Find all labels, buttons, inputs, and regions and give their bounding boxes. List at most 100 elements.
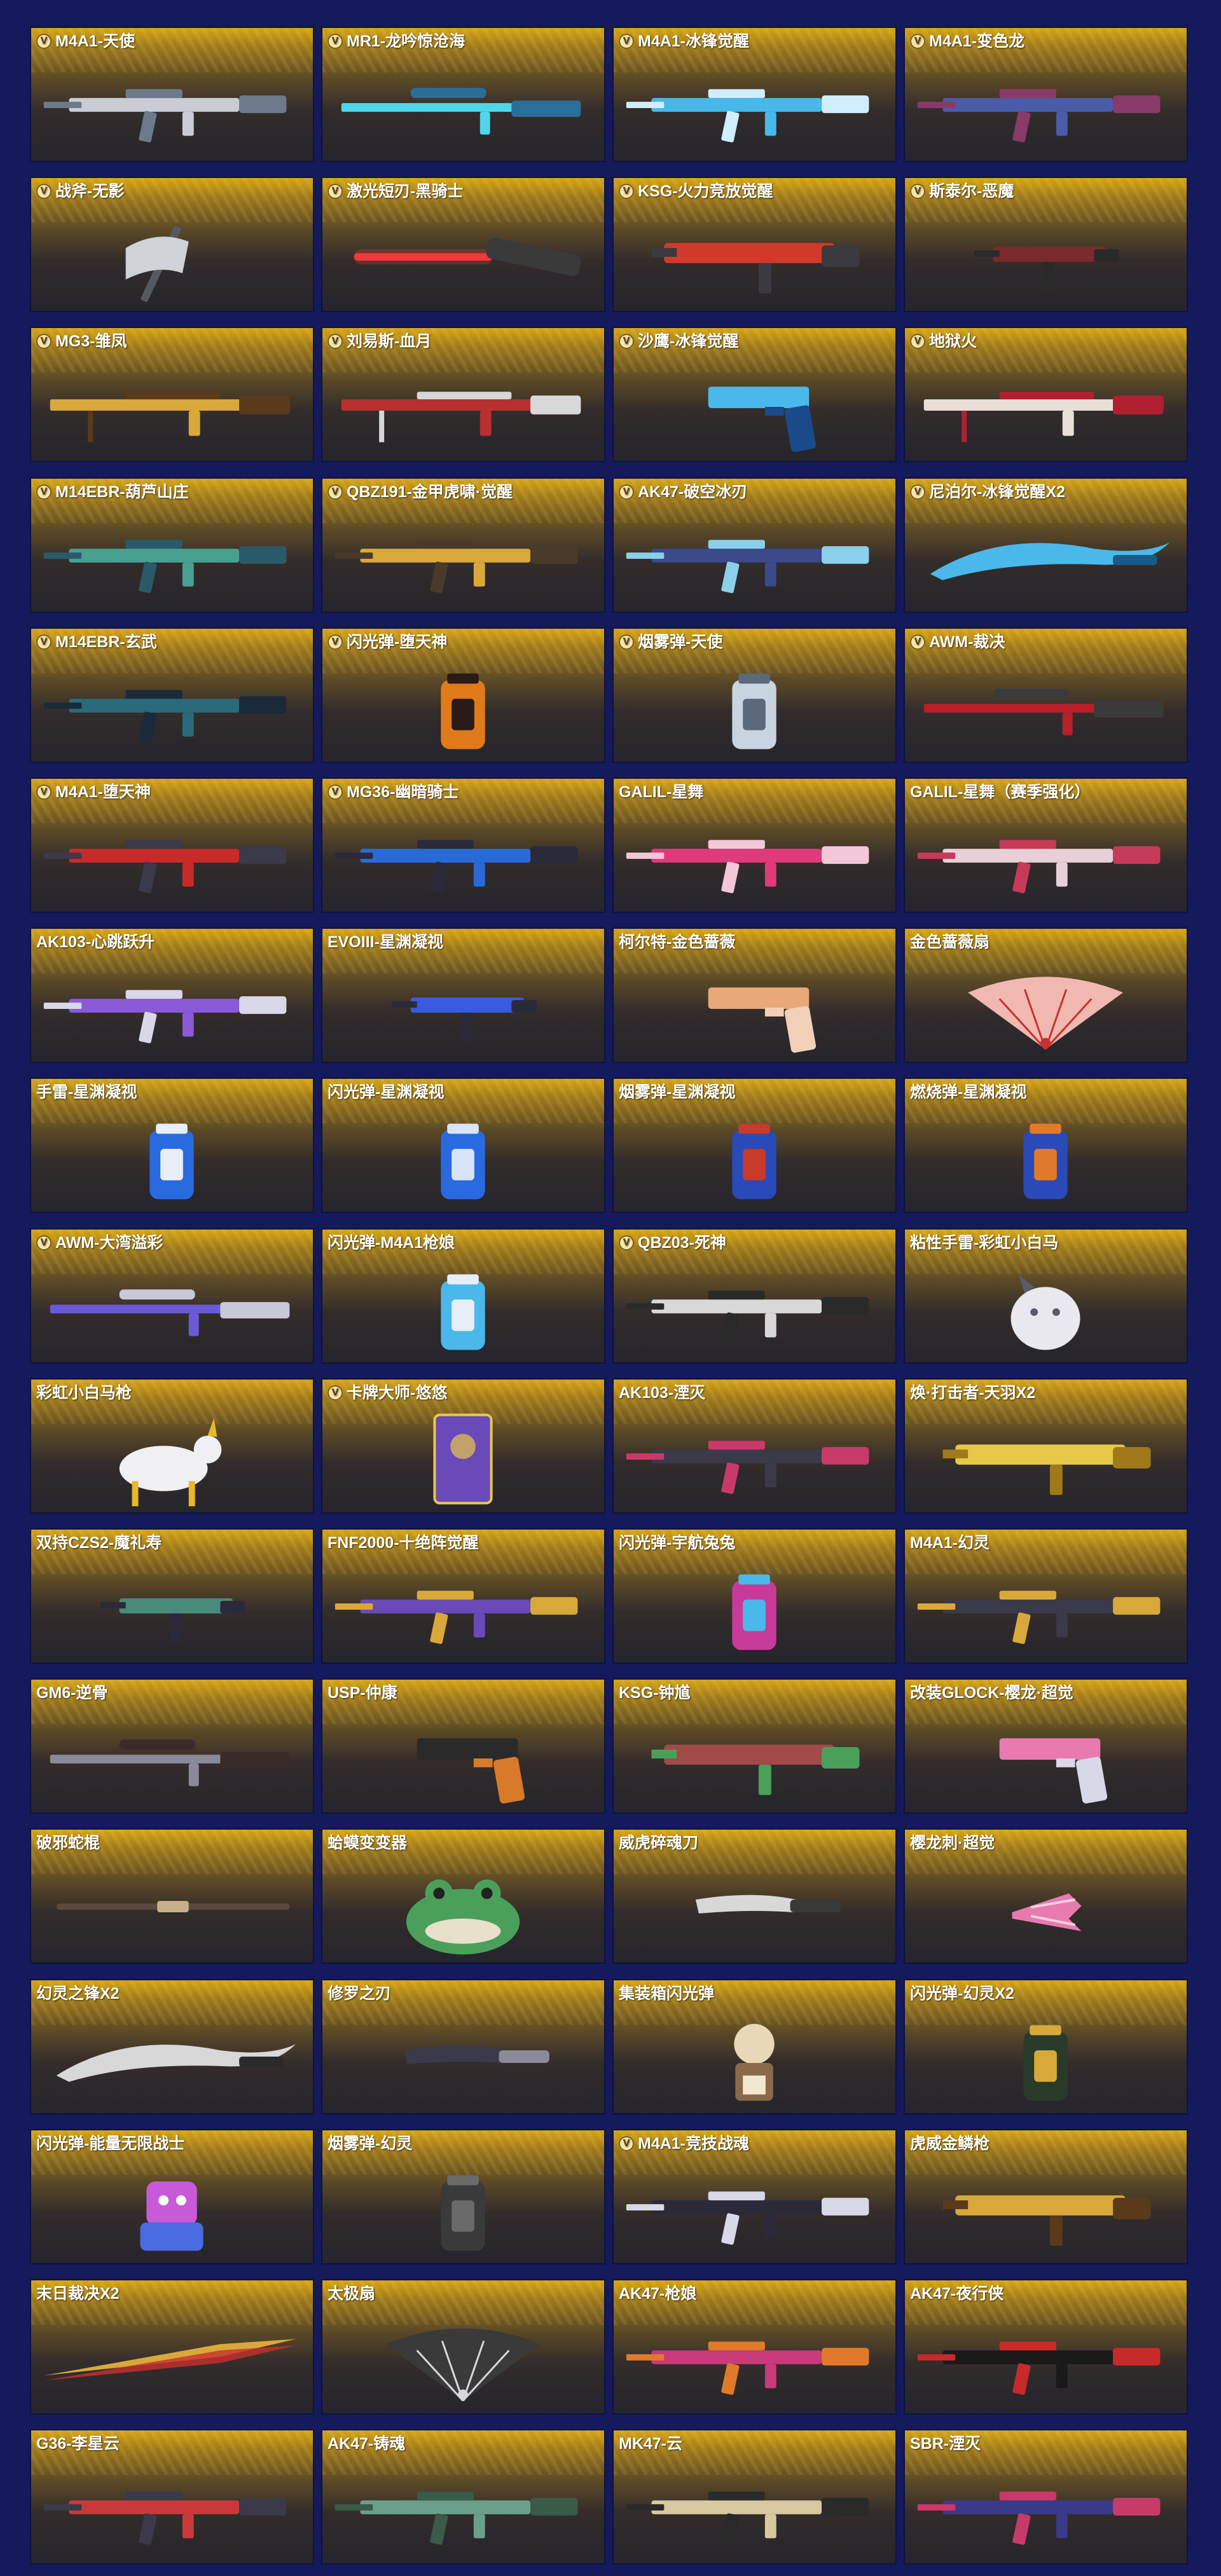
v-badge-icon: V bbox=[328, 784, 343, 800]
item-card[interactable]: V KSG-火力竞放觉醒 bbox=[612, 177, 897, 312]
item-card[interactable]: 烟雾弹-星渊凝视 bbox=[612, 1078, 897, 1213]
item-card[interactable]: V M4A1-变色龙 bbox=[904, 27, 1188, 162]
mg-icon bbox=[50, 392, 290, 442]
item-image bbox=[905, 353, 1187, 461]
item-card[interactable]: V 卡牌大师-悠悠 bbox=[321, 1378, 605, 1514]
item-card[interactable]: 太极扇 bbox=[321, 2279, 605, 2415]
item-card[interactable]: 集装箱闪光弹 bbox=[612, 1979, 897, 2114]
item-card[interactable]: 末日裁决X2 bbox=[30, 2279, 314, 2415]
item-card[interactable]: V MR1-龙吟惊沧海 bbox=[321, 27, 605, 162]
item-card[interactable]: 樱龙刺·超觉 bbox=[904, 1828, 1188, 1964]
item-card[interactable]: V 闪光弹-堕天神 bbox=[321, 627, 605, 763]
item-card[interactable]: V MG36-幽暗骑士 bbox=[321, 778, 605, 913]
item-card[interactable]: V 地狱火 bbox=[904, 327, 1188, 462]
item-image bbox=[31, 954, 313, 1062]
item-card[interactable]: 双持CZS2-魔礼寿 bbox=[30, 1528, 314, 1664]
item-image bbox=[322, 954, 604, 1062]
item-card[interactable]: G36-李星云 bbox=[30, 2429, 314, 2565]
item-card[interactable]: 彩虹小白马枪 bbox=[30, 1378, 314, 1514]
item-card[interactable]: GALIL-星舞 bbox=[612, 778, 897, 913]
item-card[interactable]: M4A1-幻灵 bbox=[904, 1528, 1188, 1664]
item-title: G36-李星云 bbox=[36, 2434, 120, 2453]
item-card[interactable]: V 刘易斯-血月 bbox=[321, 327, 605, 462]
item-card[interactable]: 闪光弹-星渊凝视 bbox=[321, 1078, 605, 1213]
item-card[interactable]: 燃烧弹-星渊凝视 bbox=[904, 1078, 1188, 1213]
item-card[interactable]: V 战斧-无影 bbox=[30, 177, 314, 312]
item-card[interactable]: V 烟雾弹-天使 bbox=[612, 627, 897, 763]
item-card[interactable]: V QBZ191-金甲虎啸·觉醒 bbox=[321, 477, 605, 613]
item-card[interactable]: 虎威金鳞枪 bbox=[904, 2129, 1188, 2264]
item-card[interactable]: V M4A1-天使 bbox=[30, 27, 314, 162]
item-card[interactable]: V M4A1-冰锋觉醒 bbox=[612, 27, 897, 162]
item-card[interactable]: V QBZ03-死神 bbox=[612, 1228, 897, 1364]
item-image bbox=[31, 1104, 313, 1212]
item-card[interactable]: 蛤蟆变变器 bbox=[321, 1828, 605, 1964]
item-card[interactable]: 闪光弹-宇航兔兔 bbox=[612, 1528, 897, 1664]
rifle-icon bbox=[335, 2491, 578, 2545]
blade-icon bbox=[56, 2044, 296, 2082]
item-card[interactable]: V MG3-雏凤 bbox=[30, 327, 314, 462]
item-card[interactable]: EVOIII-星渊凝视 bbox=[321, 928, 605, 1063]
item-card[interactable]: V 斯泰尔-恶魔 bbox=[904, 177, 1188, 312]
fan-icon bbox=[385, 2328, 541, 2402]
item-card[interactable]: V M4A1-竞技战魂 bbox=[612, 2129, 897, 2264]
item-title: 手雷-星渊凝视 bbox=[36, 1083, 137, 1102]
item-title: 粘性手雷-彩虹小白马 bbox=[910, 1233, 1058, 1252]
item-card[interactable]: V AWM-裁决 bbox=[904, 627, 1188, 763]
item-card[interactable]: V 沙鹰-冰锋觉醒 bbox=[612, 327, 897, 462]
item-title: 蛤蟆变变器 bbox=[328, 1833, 407, 1853]
item-title: USP-仲康 bbox=[328, 1683, 397, 1702]
item-card[interactable]: SBR-湮灭 bbox=[904, 2429, 1188, 2565]
item-card[interactable]: V 尼泊尔-冰锋觉醒X2 bbox=[904, 477, 1188, 613]
item-card[interactable]: 破邪蛇棍 bbox=[30, 1828, 314, 1964]
item-card[interactable]: 粘性手雷-彩虹小白马 bbox=[904, 1228, 1188, 1364]
robot-icon bbox=[140, 2181, 204, 2251]
item-image bbox=[614, 804, 895, 912]
item-card[interactable]: AK47-夜行侠 bbox=[904, 2279, 1188, 2415]
item-title: V QBZ191-金甲虎啸·觉醒 bbox=[328, 483, 513, 502]
mg-icon bbox=[341, 392, 581, 442]
item-card[interactable]: 闪光弹-能量无限战士 bbox=[30, 2129, 314, 2264]
item-card[interactable]: 金色蔷薇扇 bbox=[904, 928, 1188, 1063]
item-card[interactable]: 手雷-星渊凝视 bbox=[30, 1078, 314, 1213]
item-card[interactable]: V M14EBR-葫芦山庄 bbox=[30, 477, 314, 613]
item-card[interactable]: USP-仲康 bbox=[321, 1678, 605, 1814]
rifle-icon bbox=[626, 89, 869, 142]
item-card[interactable]: 威虎碎魂刀 bbox=[612, 1828, 897, 1964]
item-card[interactable]: MK47-云 bbox=[612, 2429, 897, 2565]
item-card[interactable]: AK103-湮灭 bbox=[612, 1378, 897, 1514]
item-card[interactable]: V M4A1-堕天神 bbox=[30, 778, 314, 913]
item-card[interactable]: 柯尔特-金色蔷薇 bbox=[612, 928, 897, 1063]
item-card[interactable]: V AWM-大湾溢彩 bbox=[30, 1228, 314, 1364]
v-badge-icon: V bbox=[36, 484, 52, 500]
item-card[interactable]: 幻灵之锋X2 bbox=[30, 1979, 314, 2114]
item-card[interactable]: 焕·打击者-天羽X2 bbox=[904, 1378, 1188, 1514]
item-card[interactable]: AK47-枪娘 bbox=[612, 2279, 897, 2415]
item-card[interactable]: V AK47-破空冰刃 bbox=[612, 477, 897, 613]
item-image bbox=[905, 1405, 1187, 1512]
item-card[interactable]: 闪光弹-幻灵X2 bbox=[904, 1979, 1188, 2114]
item-image bbox=[31, 2456, 313, 2563]
grenade-icon bbox=[732, 673, 776, 750]
item-title: V M4A1-天使 bbox=[36, 32, 135, 51]
item-card[interactable]: AK47-铸魂 bbox=[321, 2429, 605, 2565]
v-badge-icon: V bbox=[328, 484, 343, 500]
item-card[interactable]: KSG-钟馗 bbox=[612, 1678, 897, 1814]
item-name: 闪光弹-星渊凝视 bbox=[328, 1083, 445, 1101]
item-card[interactable]: V 激光短刃-黑骑士 bbox=[321, 177, 605, 312]
item-title: 闪光弹-宇航兔兔 bbox=[619, 1533, 735, 1552]
item-image bbox=[322, 1255, 604, 1362]
doll-icon bbox=[734, 2024, 775, 2101]
item-card[interactable]: GM6-逆骨 bbox=[30, 1678, 314, 1814]
item-card[interactable]: 修罗之刃 bbox=[321, 1979, 605, 2114]
item-card[interactable]: 烟雾弹-幻灵 bbox=[321, 2129, 605, 2264]
item-card[interactable]: AK103-心跳跃升 bbox=[30, 928, 314, 1063]
item-card[interactable]: GALIL-星舞（赛季强化） bbox=[904, 778, 1188, 913]
item-card[interactable]: V M14EBR-玄武 bbox=[30, 627, 314, 763]
item-card[interactable]: FNF2000-十绝阵觉醒 bbox=[321, 1528, 605, 1664]
sniper-icon bbox=[923, 689, 1164, 736]
item-card[interactable]: 闪光弹-M4A1枪娘 bbox=[321, 1228, 605, 1364]
item-card[interactable]: 改装GLOCK-樱龙·超觉 bbox=[904, 1678, 1188, 1814]
item-title: GALIL-星舞（赛季强化） bbox=[910, 783, 1090, 802]
item-name: 太极扇 bbox=[328, 2285, 376, 2303]
